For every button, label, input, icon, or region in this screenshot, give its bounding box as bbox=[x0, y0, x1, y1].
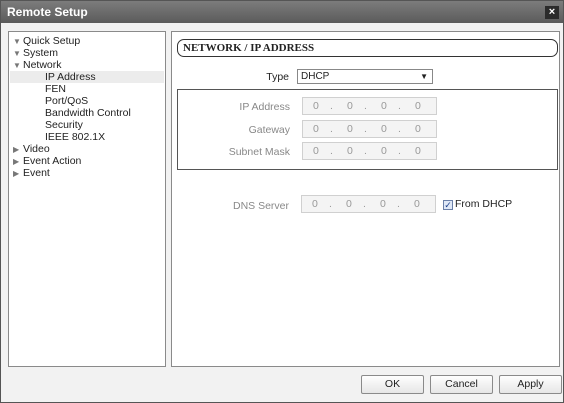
tree-item-label: IEEE 802.1X bbox=[45, 131, 106, 143]
type-select[interactable]: DHCP ▼ bbox=[297, 69, 433, 84]
from-dhcp-label: From DHCP bbox=[455, 198, 513, 210]
ip-address-label: IP Address bbox=[239, 101, 290, 113]
window-title: Remote Setup bbox=[7, 5, 88, 19]
tree-item-label: IP Address bbox=[45, 71, 96, 83]
gateway-label: Gateway bbox=[248, 124, 290, 136]
tree-item-label: Port/QoS bbox=[45, 95, 89, 107]
tree-item-label: System bbox=[23, 47, 59, 59]
tree-item-ieee-8021x[interactable]: IEEE 802.1X bbox=[45, 131, 105, 143]
tree-item-label: Event bbox=[23, 167, 50, 179]
close-button[interactable]: × bbox=[545, 6, 559, 19]
remote-setup-window: Remote Setup × ▼ Quick Setup ▼ System ▼ Net… bbox=[0, 0, 564, 403]
tree-item-security[interactable]: Security bbox=[45, 119, 83, 131]
cancel-button[interactable]: Cancel bbox=[430, 375, 493, 394]
tree-item-video[interactable]: ▶ Video bbox=[13, 143, 50, 155]
tree-item-fen[interactable]: FEN bbox=[45, 83, 66, 95]
panel-header: NETWORK / IP ADDRESS bbox=[177, 39, 558, 57]
title-bar[interactable]: Remote Setup × bbox=[1, 1, 563, 23]
subnet-mask-field: 0. 0. 0. 0 bbox=[302, 142, 437, 160]
tree-item-network[interactable]: ▼ Network bbox=[13, 59, 62, 71]
dns-server-field: 0. 0. 0. 0 bbox=[301, 195, 436, 213]
dns-server-label: DNS Server bbox=[232, 200, 289, 212]
type-label: Type bbox=[266, 71, 289, 83]
tree-item-label: Quick Setup bbox=[23, 35, 81, 47]
tree-item-event-action[interactable]: ▶ Event Action bbox=[13, 155, 81, 167]
collapsed-arrow-icon: ▶ bbox=[13, 169, 20, 178]
tree-item-label: Network bbox=[23, 59, 62, 71]
dialog-body: ▼ Quick Setup ▼ System ▼ Network IP Address… bbox=[1, 23, 563, 402]
panel-title: NETWORK / IP ADDRESS bbox=[183, 42, 315, 54]
settings-panel: NETWORK / IP ADDRESS Type DHCP ▼ IP Addr… bbox=[171, 31, 560, 367]
ip-settings-group: IP Address 0. 0. 0. 0 Gateway 0. 0. 0. 0… bbox=[177, 89, 558, 170]
tree-item-label: Bandwidth Control bbox=[45, 107, 131, 119]
settings-tree: ▼ Quick Setup ▼ System ▼ Network IP Address… bbox=[8, 31, 166, 367]
subnet-mask-label: Subnet Mask bbox=[228, 146, 290, 158]
tree-item-label: FEN bbox=[45, 83, 66, 95]
dropdown-arrow-icon: ▼ bbox=[420, 72, 428, 81]
checkmark-icon[interactable]: ✓ bbox=[443, 200, 453, 210]
type-select-value: DHCP bbox=[301, 71, 330, 82]
tree-item-label: Security bbox=[45, 119, 83, 131]
from-dhcp-checkbox[interactable]: ✓ From DHCP bbox=[443, 198, 512, 210]
tree-item-bandwidth-control[interactable]: Bandwidth Control bbox=[45, 107, 131, 119]
ok-button[interactable]: OK bbox=[361, 375, 424, 394]
tree-item-label: Video bbox=[23, 143, 50, 155]
gateway-field: 0. 0. 0. 0 bbox=[302, 120, 437, 138]
tree-item-event[interactable]: ▶ Event bbox=[13, 167, 50, 179]
ip-address-field: 0. 0. 0. 0 bbox=[302, 97, 437, 115]
tree-item-ip-address[interactable]: IP Address bbox=[10, 71, 164, 83]
tree-item-port-qos[interactable]: Port/QoS bbox=[45, 95, 88, 107]
tree-item-label: Event Action bbox=[23, 155, 82, 167]
tree-item-system[interactable]: ▼ System bbox=[13, 47, 58, 59]
tree-item-quick-setup[interactable]: ▼ Quick Setup bbox=[13, 35, 80, 47]
apply-button[interactable]: Apply bbox=[499, 375, 562, 394]
